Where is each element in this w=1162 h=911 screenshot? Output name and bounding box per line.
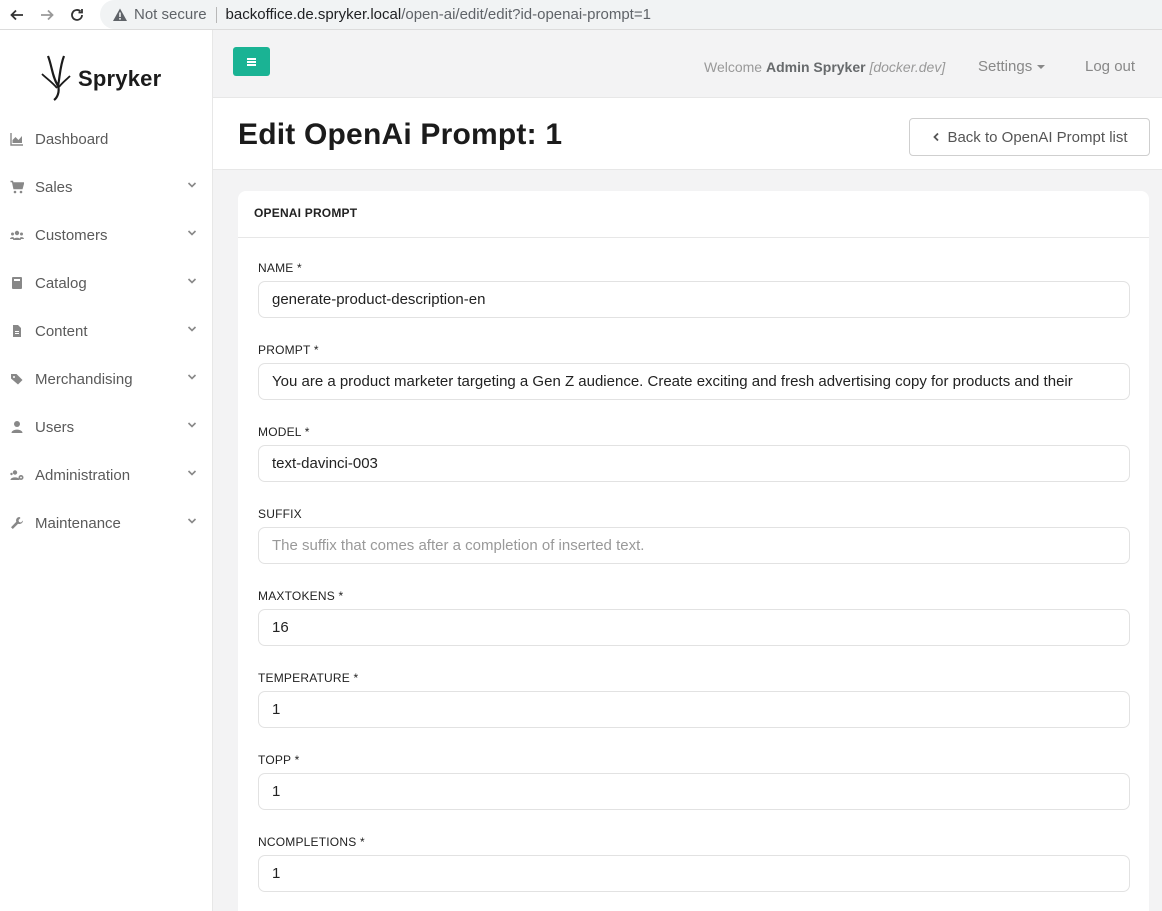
topp-field-group: TOPP * 1 xyxy=(258,753,1130,810)
model-field-group: MODEL * text-davinci-003 xyxy=(258,425,1130,482)
sidebar-item-label: Maintenance xyxy=(35,514,121,532)
file-icon xyxy=(9,324,25,338)
url-host: backoffice.de.spryker.local xyxy=(225,6,402,23)
suffix-input[interactable]: The suffix that comes after a completion… xyxy=(258,527,1130,564)
ncompletions-label: NCOMPLETIONS * xyxy=(258,835,365,849)
model-label: MODEL * xyxy=(258,425,310,439)
name-input[interactable]: generate-product-description-en xyxy=(258,281,1130,318)
prompt-input[interactable]: You are a product marketer targeting a G… xyxy=(258,363,1130,400)
url-separator xyxy=(215,6,217,23)
sidebar-item-administration[interactable]: Administration xyxy=(0,451,212,499)
user-icon xyxy=(9,420,25,434)
caret-down-icon xyxy=(1037,65,1046,70)
welcome-prefix: Welcome xyxy=(704,59,763,75)
temperature-field-group: TEMPERATURE * 1 xyxy=(258,671,1130,728)
welcome-message: Welcome Admin Spryker [docker.dev] xyxy=(704,59,945,75)
sidebar-item-catalog[interactable]: Catalog xyxy=(0,259,212,307)
forward-arrow-icon[interactable] xyxy=(34,2,60,28)
chevron-down-icon xyxy=(187,470,197,476)
chevron-down-icon xyxy=(187,374,197,380)
sidebar-item-label: Content xyxy=(35,322,88,340)
name-field-group: NAME * generate-product-description-en xyxy=(258,261,1130,318)
sidebar-item-content[interactable]: Content xyxy=(0,307,212,355)
sidebar-item-merchandising[interactable]: Merchandising xyxy=(0,355,212,403)
back-to-list-button[interactable]: Back to OpenAI Prompt list xyxy=(909,118,1150,156)
sidebar-item-label: Catalog xyxy=(35,274,87,292)
users-cog-icon xyxy=(9,468,25,482)
warning-icon xyxy=(113,8,127,21)
prompt-label: PROMPT * xyxy=(258,343,319,357)
sidebar-item-label: Customers xyxy=(35,226,108,244)
logout-link[interactable]: Log out xyxy=(1085,58,1135,75)
card-title: OPENAI PROMPT xyxy=(238,191,1149,238)
menu-toggle-button[interactable] xyxy=(233,47,270,76)
chevron-down-icon xyxy=(187,230,197,236)
maxtokens-field-group: MAXTOKENS * 16 xyxy=(258,589,1130,646)
openai-prompt-card: OPENAI PROMPT NAME * generate-product-de… xyxy=(238,191,1149,911)
temperature-label: TEMPERATURE * xyxy=(258,671,359,685)
topp-label: TOPP * xyxy=(258,753,300,767)
environment-label: [docker.dev] xyxy=(869,59,946,75)
sidebar-item-users[interactable]: Users xyxy=(0,403,212,451)
model-input[interactable]: text-davinci-003 xyxy=(258,445,1130,482)
top-header: Welcome Admin Spryker [docker.dev] Setti… xyxy=(213,30,1162,98)
page-heading: Edit OpenAi Prompt: 1 Back to OpenAI Pro… xyxy=(213,98,1162,170)
user-name: Admin Spryker xyxy=(765,59,866,75)
chevron-down-icon xyxy=(187,518,197,524)
spryker-logo[interactable]: Spryker xyxy=(38,52,161,102)
sidebar-item-label: Sales xyxy=(35,178,73,196)
sidebar-item-label: Dashboard xyxy=(35,130,109,148)
ncompletions-field-group: NCOMPLETIONS * 1 xyxy=(258,835,1130,892)
prompt-field-group: PROMPT * You are a product marketer targ… xyxy=(258,343,1130,400)
browser-toolbar: Not secure backoffice.de.spryker.local/o… xyxy=(0,0,1162,30)
back-arrow-icon[interactable] xyxy=(4,2,30,28)
users-icon xyxy=(9,228,25,242)
suffix-field-group: SUFFIX The suffix that comes after a com… xyxy=(258,507,1130,564)
page-title: Edit OpenAi Prompt: 1 xyxy=(238,118,563,151)
shopping-cart-icon xyxy=(9,180,25,194)
sidebar-item-customers[interactable]: Customers xyxy=(0,211,212,259)
sidebar-item-maintenance[interactable]: Maintenance xyxy=(0,499,212,547)
sidebar-item-sales[interactable]: Sales xyxy=(0,163,212,211)
maxtokens-label: MAXTOKENS * xyxy=(258,589,344,603)
sidebar-item-label: Users xyxy=(35,418,75,436)
url-path: /open-ai/edit/edit?id-openai-prompt=1 xyxy=(401,6,651,23)
settings-dropdown[interactable]: Settings xyxy=(978,58,1046,75)
sidebar: Spryker Dashboard Sales Customers Catalo… xyxy=(0,30,213,911)
sidebar-item-dashboard[interactable]: Dashboard xyxy=(0,115,212,163)
chevron-left-icon xyxy=(933,132,940,142)
chevron-down-icon xyxy=(187,182,197,188)
book-icon xyxy=(9,276,25,290)
chevron-down-icon xyxy=(187,422,197,428)
ncompletions-input[interactable]: 1 xyxy=(258,855,1130,892)
hamburger-icon xyxy=(247,60,256,63)
area-chart-icon xyxy=(9,132,25,146)
topp-input[interactable]: 1 xyxy=(258,773,1130,810)
chevron-down-icon xyxy=(187,278,197,284)
chevron-down-icon xyxy=(187,326,197,332)
name-label: NAME * xyxy=(258,261,302,275)
suffix-label: SUFFIX xyxy=(258,507,302,521)
settings-label: Settings xyxy=(978,58,1033,75)
spryker-logo-icon xyxy=(41,55,71,101)
wrench-icon xyxy=(9,516,25,530)
back-button-label: Back to OpenAI Prompt list xyxy=(947,128,1128,146)
sidebar-menu: Dashboard Sales Customers Catalog Conten… xyxy=(0,115,212,547)
security-status: Not secure xyxy=(134,6,207,23)
address-bar[interactable]: Not secure backoffice.de.spryker.local/o… xyxy=(100,0,1162,29)
reload-icon[interactable] xyxy=(64,2,90,28)
brand-name: Spryker xyxy=(78,66,162,91)
tags-icon xyxy=(9,372,25,386)
temperature-input[interactable]: 1 xyxy=(258,691,1130,728)
sidebar-item-label: Administration xyxy=(35,466,131,484)
sidebar-item-label: Merchandising xyxy=(35,370,133,388)
maxtokens-input[interactable]: 16 xyxy=(258,609,1130,646)
